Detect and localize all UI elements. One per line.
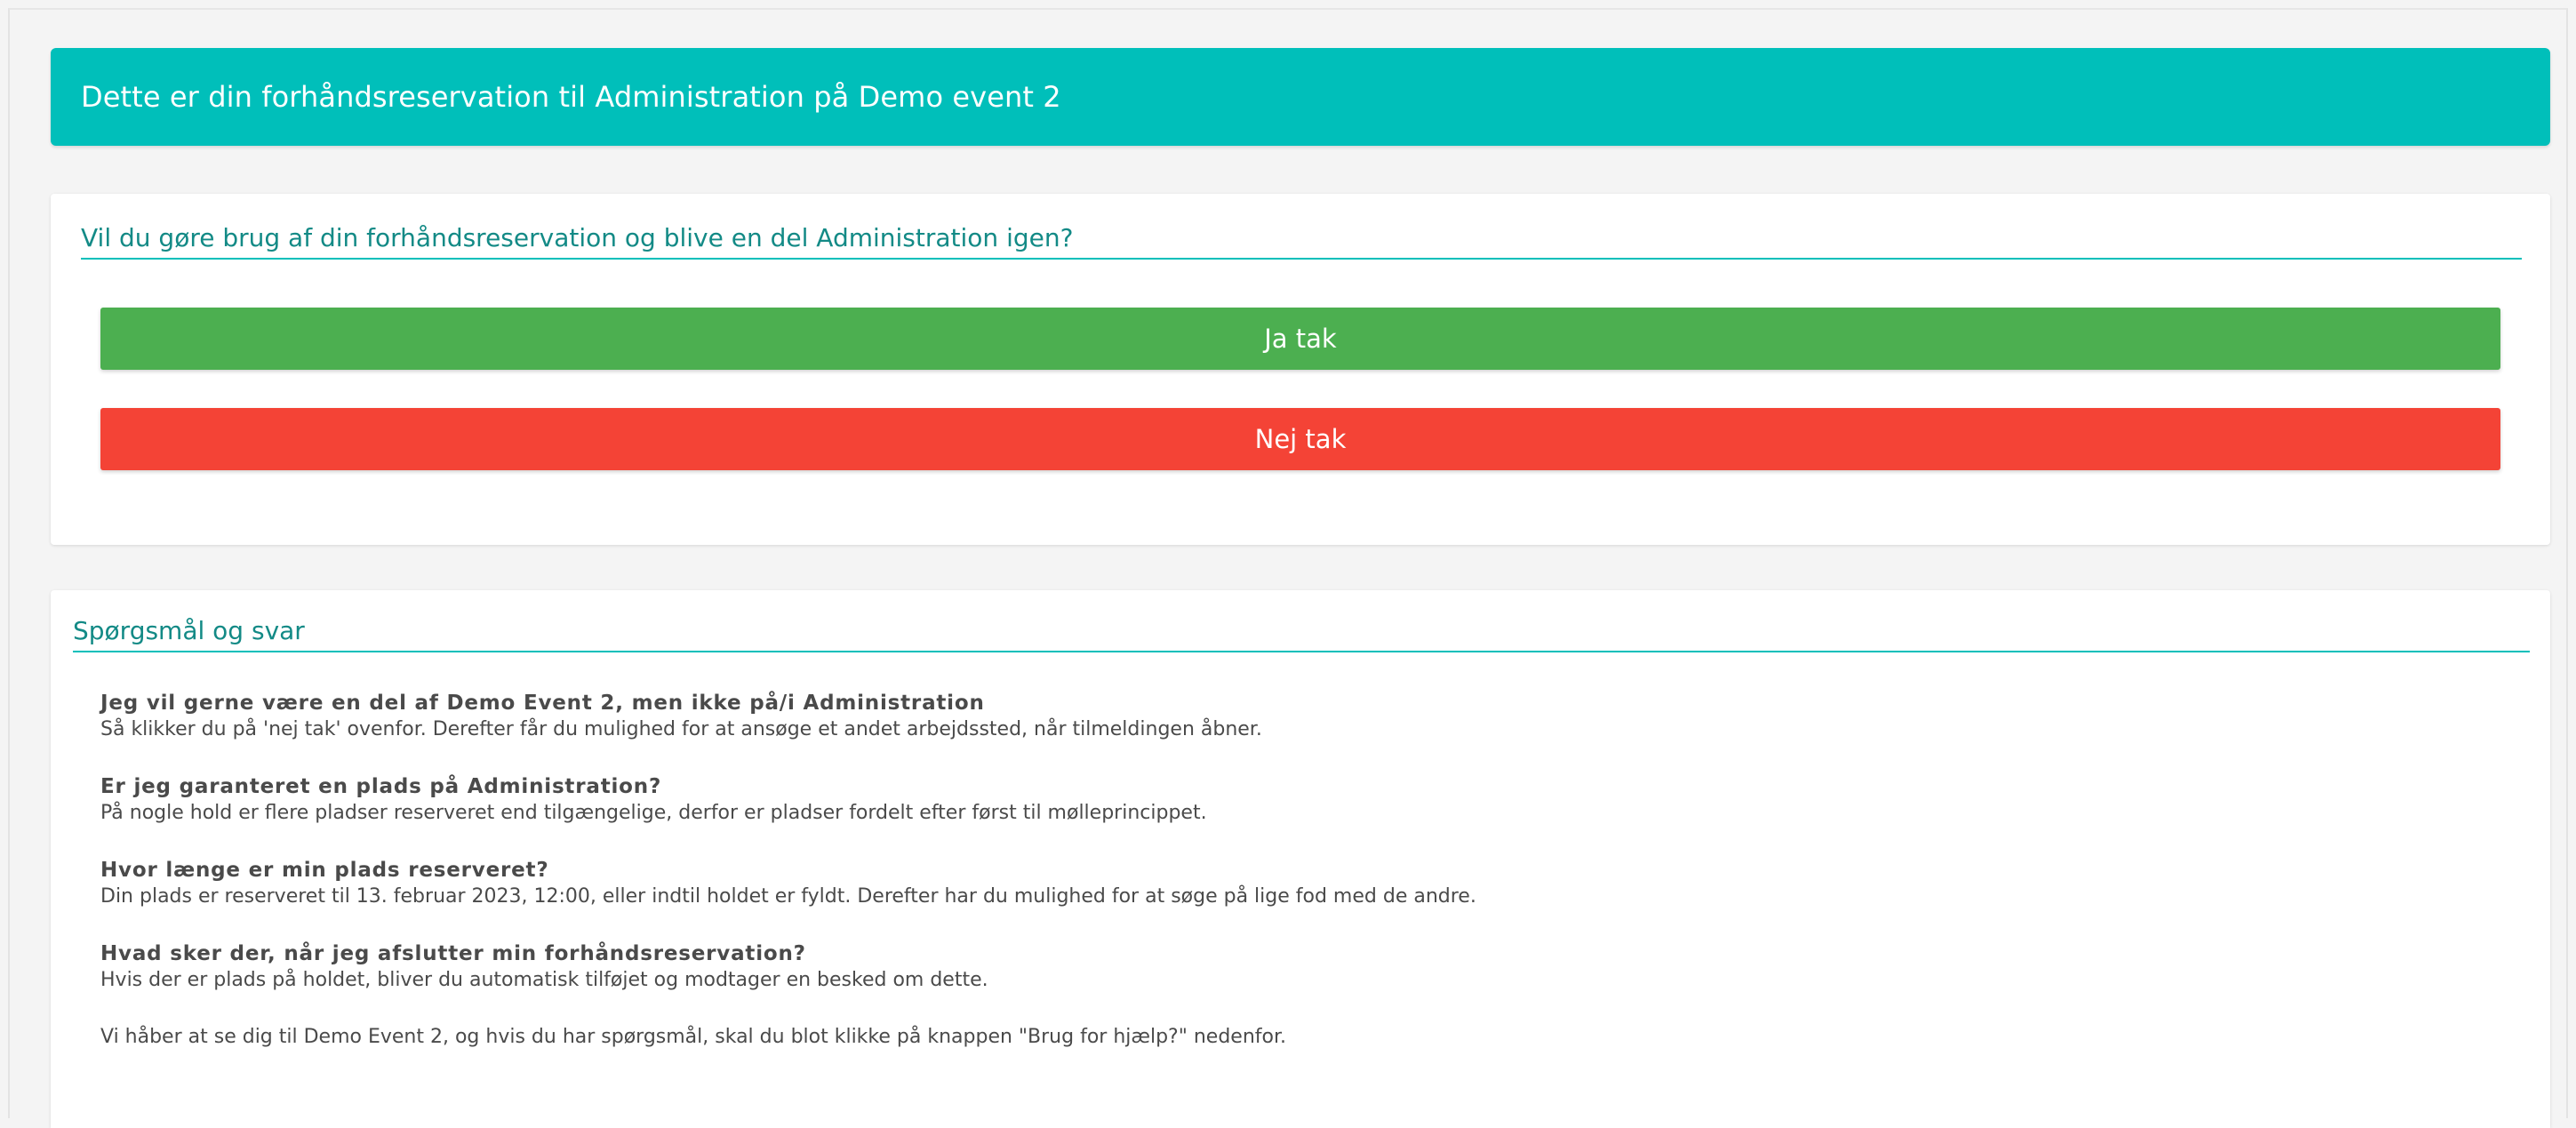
faq-item: Hvad sker der, når jeg afslutter min for… <box>100 940 2500 994</box>
faq-answer: På nogle hold er flere pladser reservere… <box>100 802 1207 824</box>
faq-list: Jeg vil gerne være en del af Demo Event … <box>100 690 2500 1051</box>
faq-closing-text: Vi håber at se dig til Demo Event 2, og … <box>100 1026 1286 1048</box>
faq-question: Hvad sker der, når jeg afslutter min for… <box>100 942 806 965</box>
faq-question: Er jeg garanteret en plads på Administra… <box>100 775 662 798</box>
page-title: Dette er din forhåndsreservation til Adm… <box>81 80 1061 114</box>
accept-reservation-button[interactable]: Ja tak <box>100 308 2500 370</box>
decline-reservation-button[interactable]: Nej tak <box>100 408 2500 470</box>
page-container: Dette er din forhåndsreservation til Adm… <box>8 8 2568 1128</box>
faq-question: Jeg vil gerne være en del af Demo Event … <box>100 692 985 715</box>
faq-answer: Så klikker du på 'nej tak' ovenfor. Dere… <box>100 718 1262 740</box>
faq-card: Spørgsmål og svar Jeg vil gerne være en … <box>51 590 2550 1128</box>
faq-title: Spørgsmål og svar <box>73 613 2530 652</box>
faq-question: Hvor længe er min plads reserveret? <box>100 859 549 882</box>
faq-answer: Hvis der er plads på holdet, bliver du a… <box>100 969 988 991</box>
faq-item: Hvor længe er min plads reserveret? Din … <box>100 857 2500 910</box>
reservation-question: Vil du gøre brug af din forhåndsreservat… <box>81 220 2522 260</box>
faq-item: Er jeg garanteret en plads på Administra… <box>100 773 2500 827</box>
reservation-card: Vil du gøre brug af din forhåndsreservat… <box>51 194 2550 545</box>
faq-item: Jeg vil gerne være en del af Demo Event … <box>100 690 2500 743</box>
faq-answer: Din plads er reserveret til 13. februar … <box>100 885 1476 908</box>
page-header: Dette er din forhåndsreservation til Adm… <box>51 48 2550 146</box>
